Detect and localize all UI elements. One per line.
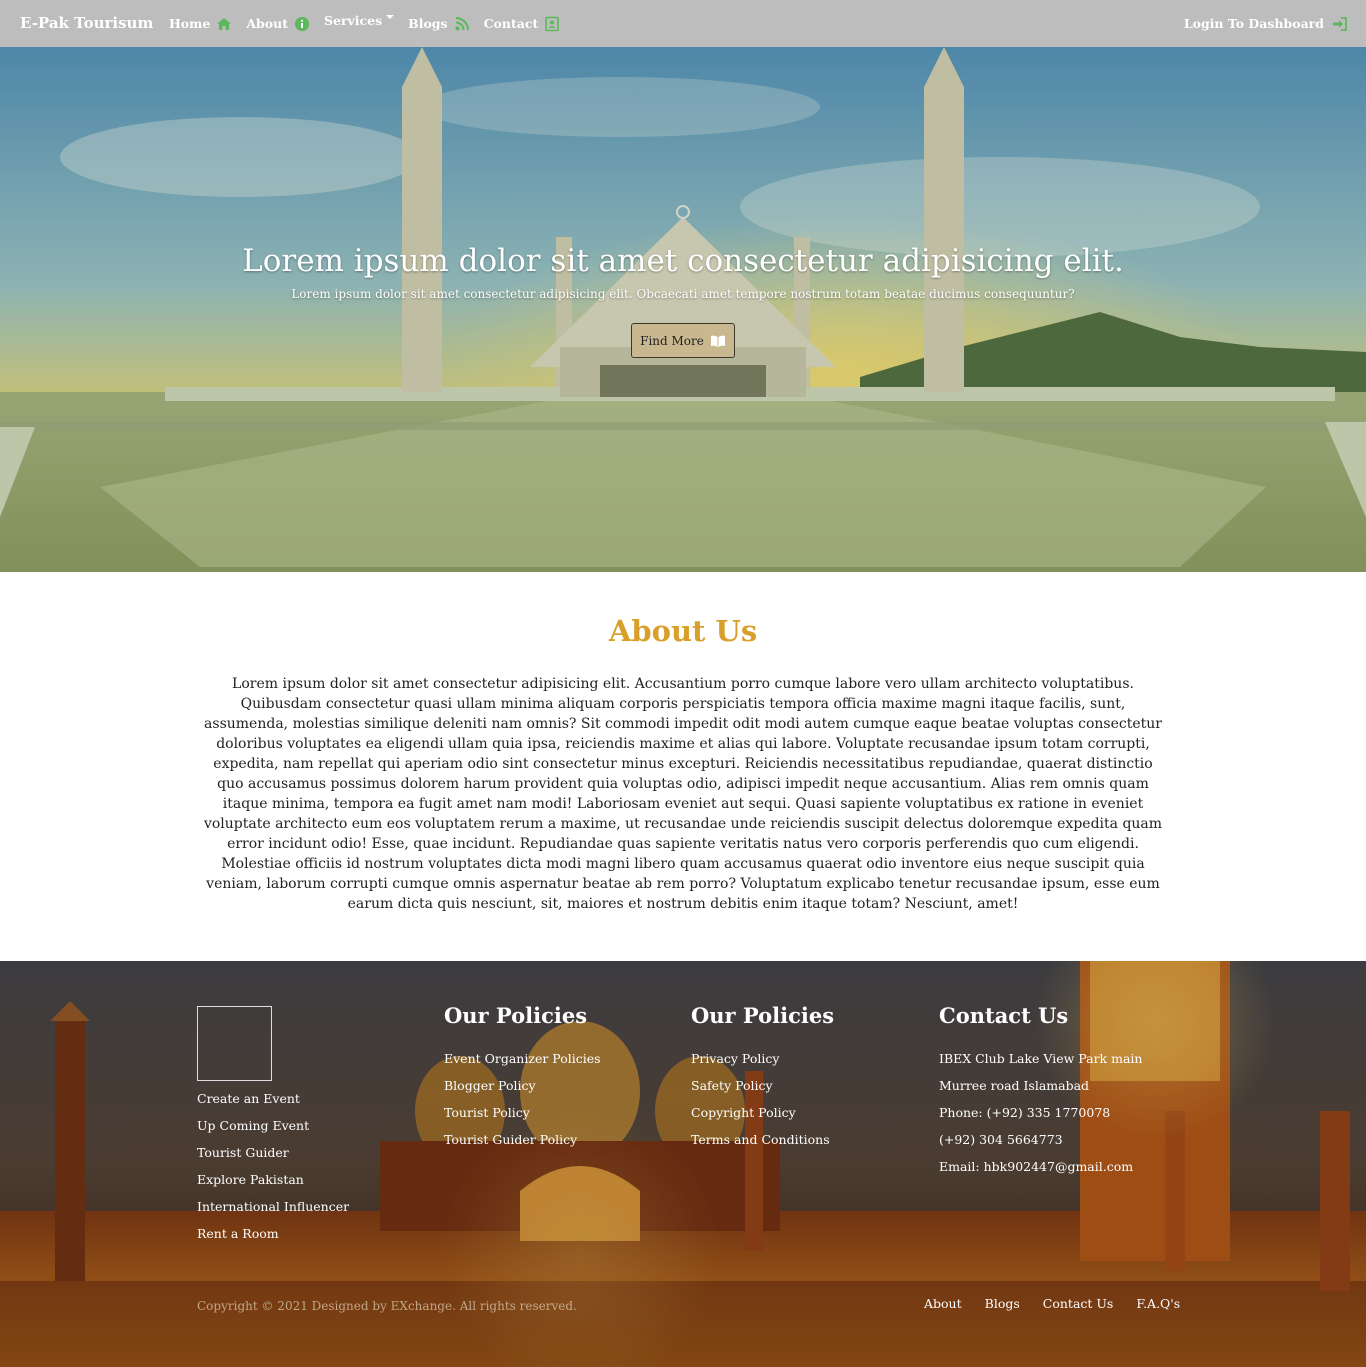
about-us-title: About Us [608,614,758,648]
footer-link[interactable]: Tourist Guider Policy [444,1126,601,1153]
footer-col2-title: Our Policies [444,1003,588,1028]
find-more-button[interactable]: Find More [631,323,735,358]
footer-link[interactable]: Event Organizer Policies [444,1045,601,1072]
footer-link[interactable]: Tourist Guider [197,1139,349,1166]
contact-phone: (+92) 304 5664773 [939,1132,1063,1147]
footer-link[interactable]: Up Coming Event [197,1112,349,1139]
footer-link[interactable]: Safety Policy [691,1072,830,1099]
footer-link[interactable]: Explore Pakistan [197,1166,349,1193]
nav-item-about[interactable]: About [246,16,310,32]
top-navbar: E-Pak Tourisum Home About Services Blogs… [0,0,1366,47]
contact-phone: Phone: (+92) 335 1770078 [939,1105,1111,1120]
footer-bottom-links: About Blogs Contact Us F.A.Q's [924,1296,1203,1311]
footer-bottom-link-blogs[interactable]: Blogs [985,1296,1020,1311]
footer-bottom-link-contact[interactable]: Contact Us [1043,1296,1114,1311]
chevron-down-icon [386,14,395,19]
footer-links-col1: Create an Event Up Coming Event Tourist … [197,1085,349,1247]
footer-link[interactable]: Tourist Policy [444,1099,601,1126]
footer-link[interactable]: Rent a Room [197,1220,349,1247]
nav-item-blogs[interactable]: Blogs [408,16,469,32]
nav-item-services[interactable]: Services [323,13,395,28]
footer-link[interactable]: Terms and Conditions [691,1126,830,1153]
nav-item-label: Blogs [408,16,448,31]
login-label: Login To Dashboard [1183,16,1324,31]
footer-logo-image [197,1006,272,1081]
nav-item-label: About [246,16,288,31]
nav-item-contact[interactable]: Contact [484,16,561,32]
about-us-text: Lorem ipsum dolor sit amet consectetur a… [203,676,1163,912]
nav-item-label: Services [323,13,383,28]
footer: Create an Event Up Coming Event Tourist … [0,961,1366,1367]
hero-overlay [0,47,1366,572]
footer-contact-list: IBEX Club Lake View Park main Murree roa… [939,1045,1142,1180]
hero-banner: Lorem ipsum dolor sit amet consectetur a… [0,47,1366,572]
nav-item-label: Home [169,16,211,31]
nav-links: Home About Services Blogs Contact [169,0,574,47]
footer-links-col3: Privacy Policy Safety Policy Copyright P… [691,1045,830,1153]
footer-link[interactable]: Blogger Policy [444,1072,601,1099]
contact-address-line: Murree road Islamabad [939,1078,1090,1093]
footer-link[interactable]: Create an Event [197,1085,349,1112]
rss-icon [454,16,470,32]
hero-title: Lorem ipsum dolor sit amet consectetur a… [242,243,1124,279]
footer-link[interactable]: Privacy Policy [691,1045,830,1072]
copyright-text: Copyright © 2021 Designed by EXchange. A… [197,1299,577,1313]
footer-col3-title: Our Policies [691,1003,835,1028]
login-to-dashboard-link[interactable]: Login To Dashboard [1184,0,1348,47]
sign-in-icon [1332,16,1348,32]
hero-subtitle: Lorem ipsum dolor sit amet consectetur a… [291,287,1075,301]
footer-contact-title: Contact Us [939,1003,1069,1028]
find-more-label: Find More [640,333,704,348]
info-icon [294,16,310,32]
nav-item-label: Contact [483,16,539,31]
home-icon [216,16,232,32]
footer-links-col2: Event Organizer Policies Blogger Policy … [444,1045,601,1153]
footer-link[interactable]: International Influencer [197,1193,349,1220]
nav-item-home[interactable]: Home [169,16,232,32]
book-open-icon [710,333,726,349]
brand-logo-text[interactable]: E-Pak Tourisum [20,14,153,32]
footer-bottom-link-faq[interactable]: F.A.Q's [1136,1296,1180,1311]
contact-email: Email: hbk902447@gmail.com [939,1159,1134,1174]
contact-address-line: IBEX Club Lake View Park main [939,1051,1143,1066]
footer-bottom-link-about[interactable]: About [924,1296,962,1311]
contact-card-icon [544,16,560,32]
footer-link[interactable]: Copyright Policy [691,1099,830,1126]
